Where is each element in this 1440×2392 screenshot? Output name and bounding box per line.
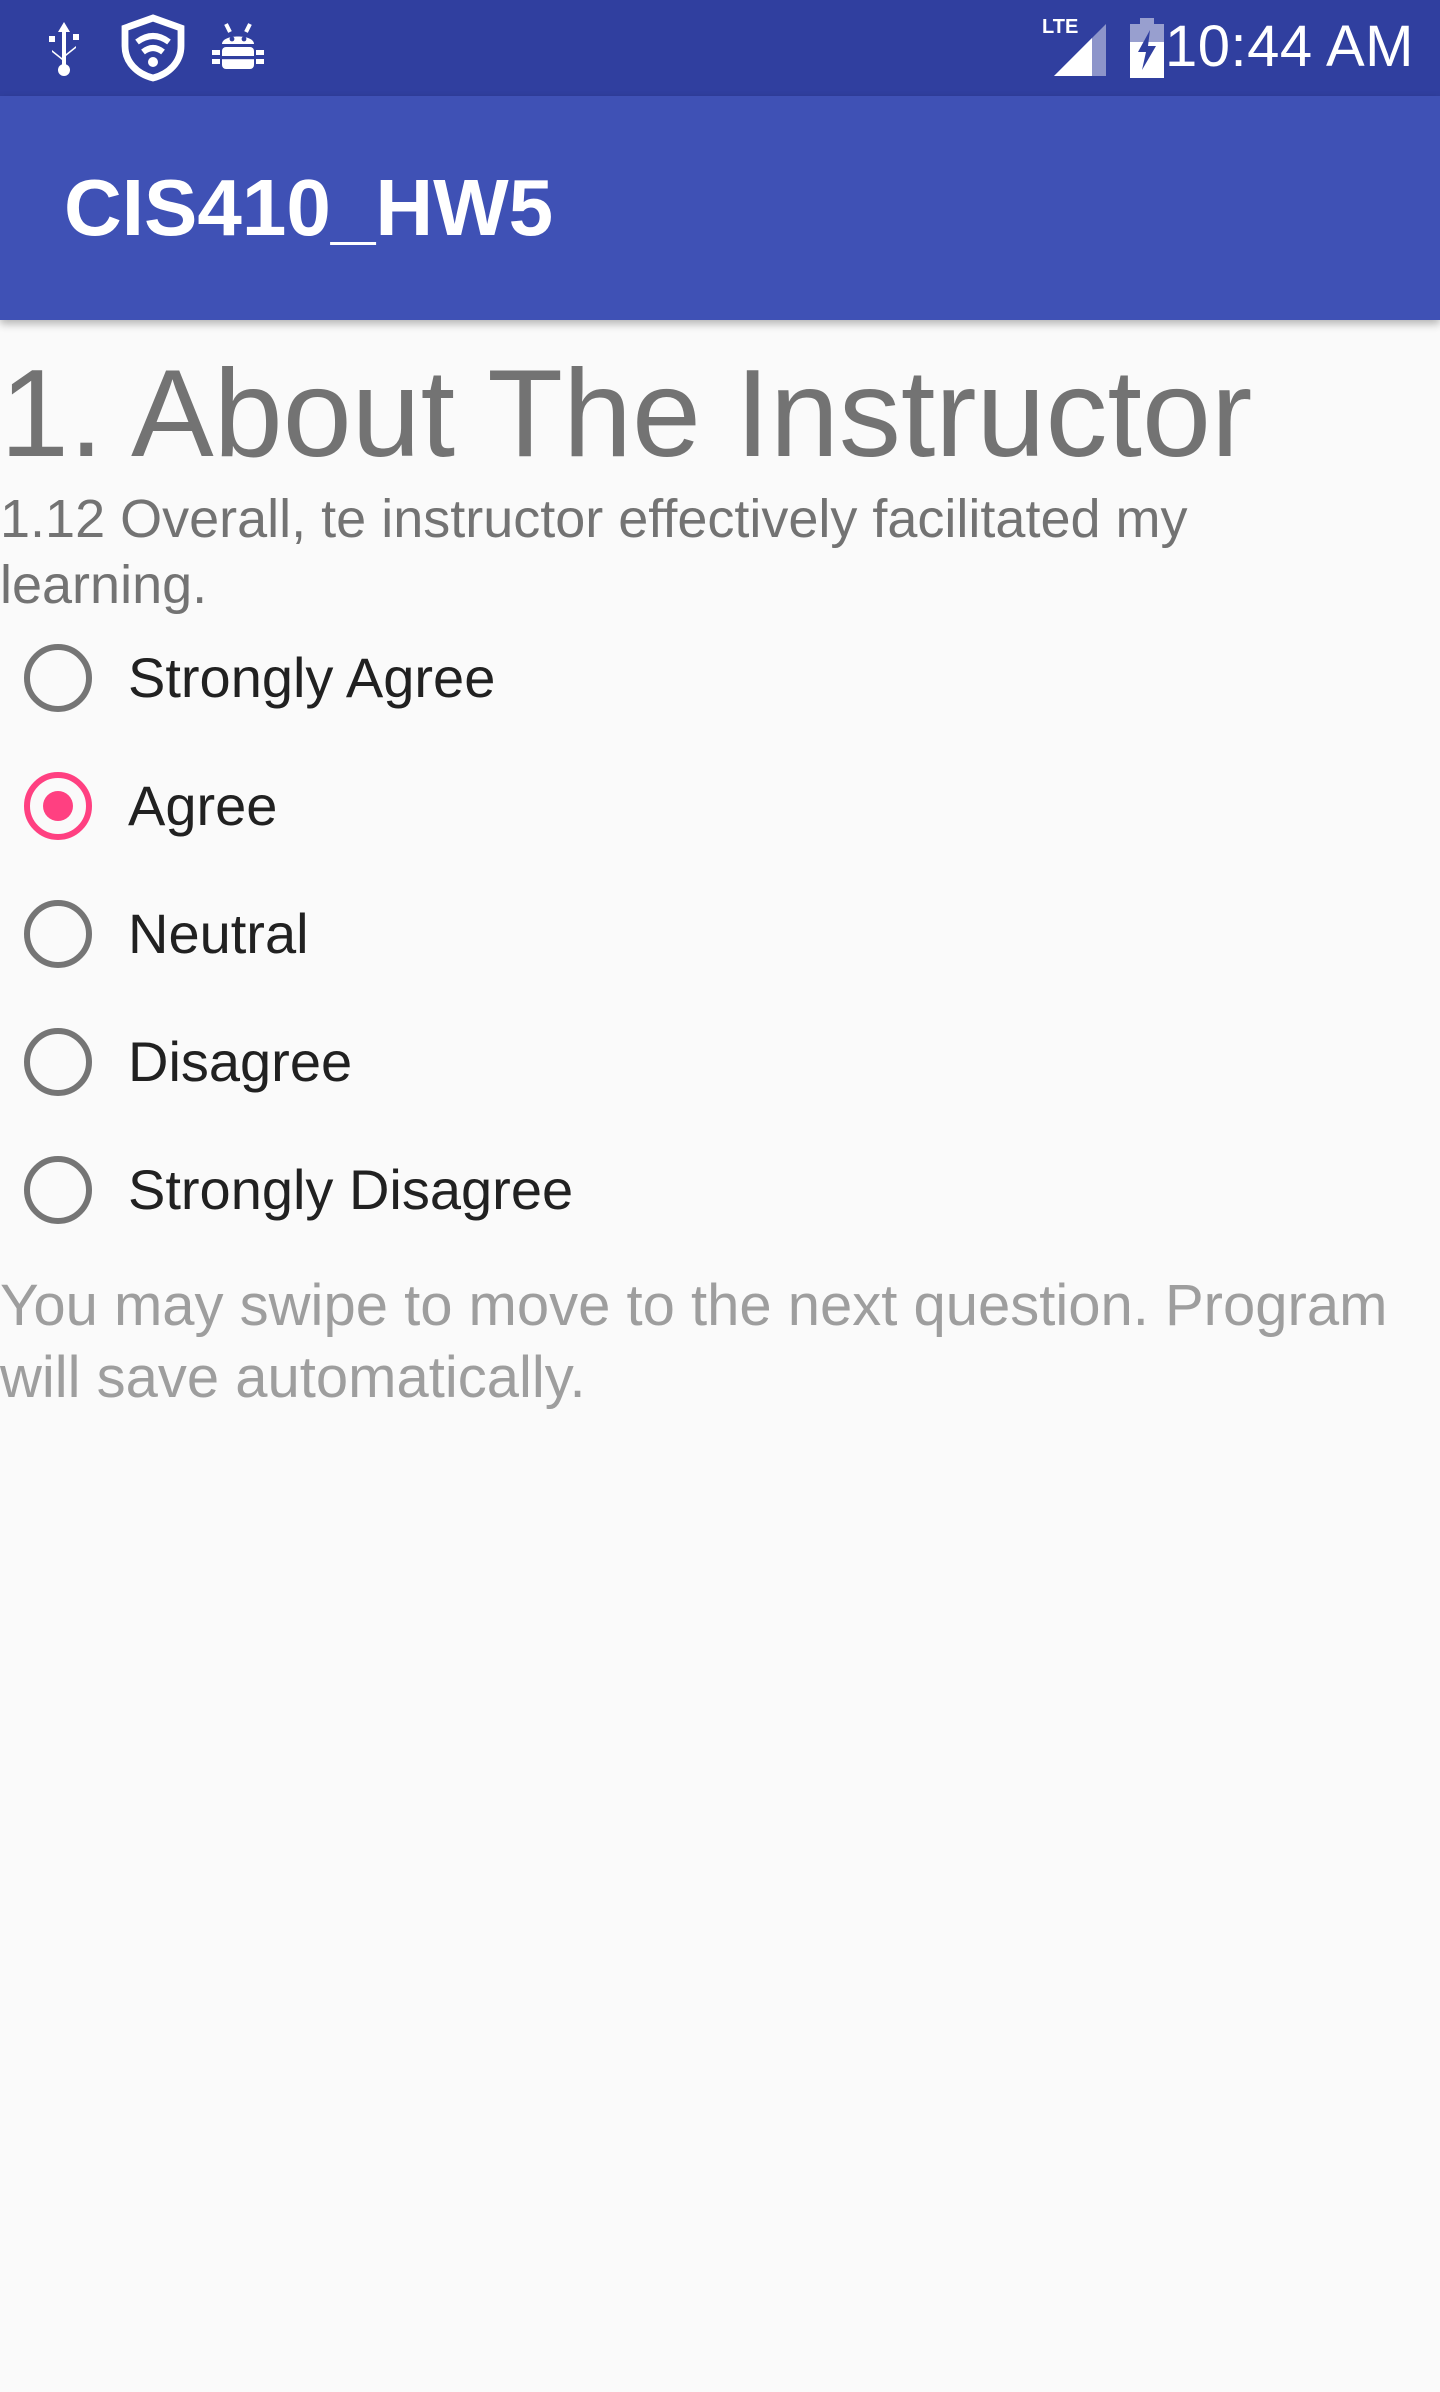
- radio-option-disagree[interactable]: Disagree: [22, 1004, 922, 1132]
- battery-charging-icon: [1128, 18, 1166, 83]
- radio-label[interactable]: Neutral: [128, 900, 309, 968]
- android-debug-icon: [210, 20, 266, 81]
- app-title: CIS410_HW5: [64, 163, 554, 252]
- app-bar: CIS410_HW5: [0, 96, 1440, 320]
- status-bar: LTE 10:44 AM: [0, 0, 1440, 96]
- question-text: 1.12 Overall, te instructor effectively …: [0, 489, 1188, 615]
- radio-option-agree[interactable]: Agree: [22, 748, 922, 876]
- swipe-hint-text: You may swipe to move to the next questi…: [0, 1273, 1388, 1410]
- radio-option-strongly-agree[interactable]: Strongly Agree: [22, 620, 922, 748]
- usb-icon: [40, 18, 88, 83]
- radio-label[interactable]: Strongly Disagree: [128, 1156, 573, 1224]
- radio-label[interactable]: Agree: [128, 772, 277, 840]
- section-title: 1. About The Instructor: [0, 345, 1253, 483]
- radio-label[interactable]: Strongly Agree: [128, 644, 495, 712]
- radio-option-strongly-disagree[interactable]: Strongly Disagree: [22, 1132, 922, 1260]
- radio-button[interactable]: [24, 1156, 92, 1224]
- radio-button[interactable]: [24, 900, 92, 968]
- radio-button[interactable]: [24, 644, 92, 712]
- network-type-label: LTE: [1042, 16, 1079, 38]
- radio-button[interactable]: [24, 772, 92, 840]
- radio-option-neutral[interactable]: Neutral: [22, 876, 922, 1004]
- radio-selected-dot: [43, 791, 73, 821]
- radio-label[interactable]: Disagree: [128, 1028, 352, 1096]
- security-shield-icon: [116, 14, 190, 87]
- radio-button[interactable]: [24, 1028, 92, 1096]
- status-clock: 10:44 AM: [1164, 14, 1414, 79]
